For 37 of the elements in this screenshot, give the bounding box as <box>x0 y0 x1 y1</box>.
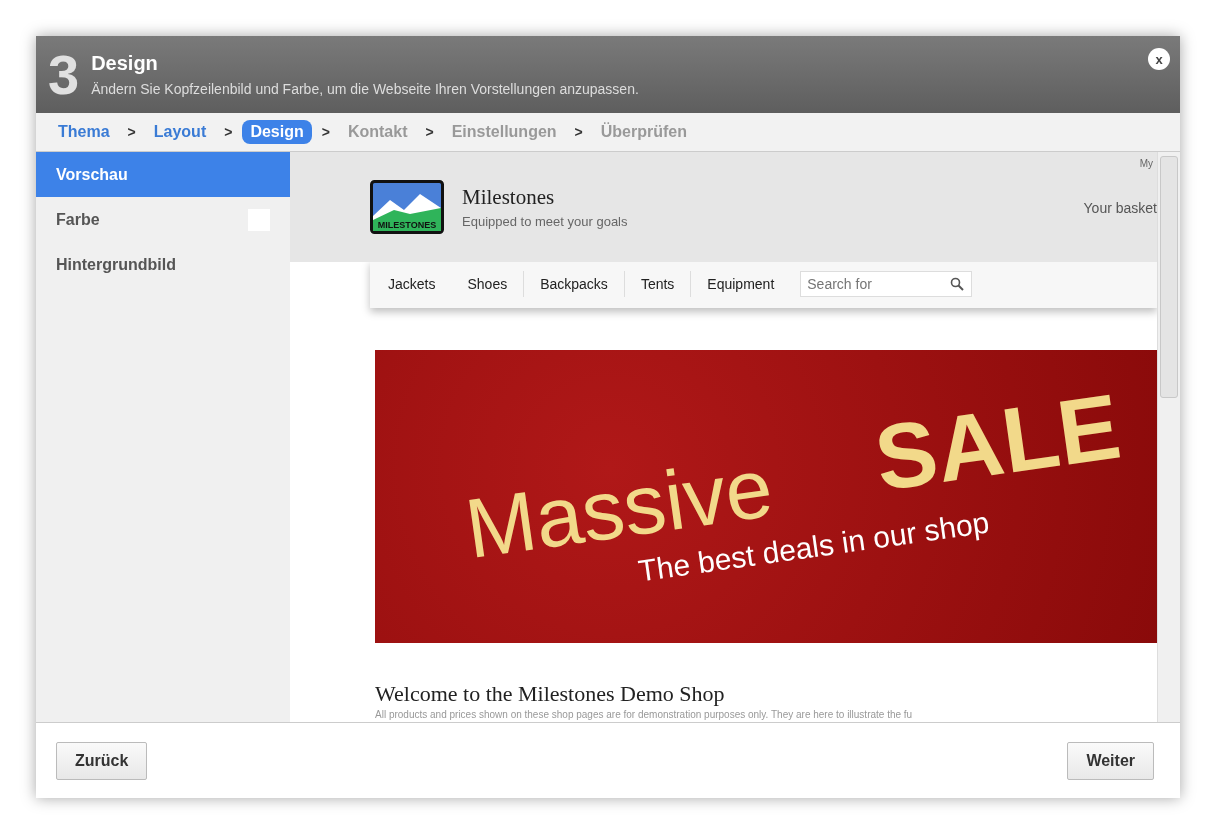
search-field[interactable]: Search for <box>800 271 973 297</box>
step-separator: > <box>127 124 136 140</box>
sidebar-item[interactable]: Farbe <box>36 197 290 242</box>
sidebar-item-label: Farbe <box>56 210 100 229</box>
step-number: 3 <box>48 46 80 103</box>
shop-name: Milestones <box>462 185 556 210</box>
step-tab[interactable]: Design <box>242 120 312 144</box>
sidebar-item-label: Vorschau <box>56 165 128 184</box>
banner-heading: SALE <box>868 373 1127 512</box>
shop-tagline: Equipped to meet your goals <box>462 214 628 229</box>
next-button[interactable]: Weiter <box>1067 741 1154 780</box>
dialog-title: Design <box>91 52 159 75</box>
nav-link[interactable]: Shoes <box>451 271 524 297</box>
scrollbar[interactable] <box>1157 152 1180 722</box>
welcome-text: All products and prices shown on these shop pages are for demonstration purposes only. They are here to illustrate the fu <box>375 709 914 720</box>
step-tab[interactable]: Thema <box>50 120 118 144</box>
welcome-heading: Welcome to the Milestones Demo Shop <box>375 681 726 707</box>
nav-link[interactable]: Equipment <box>690 271 791 297</box>
sidebar-item[interactable]: Vorschau <box>36 152 290 197</box>
step-separator: > <box>574 124 583 140</box>
step-separator: > <box>224 124 233 140</box>
step-separator: > <box>321 124 330 140</box>
step-separator: > <box>425 124 434 140</box>
nav-link[interactable]: Backpacks <box>523 271 624 297</box>
scrollbar-thumb[interactable] <box>1160 156 1178 398</box>
logo-icon: MILESTONES <box>370 180 444 234</box>
nav-link[interactable]: Tents <box>623 271 691 297</box>
basket-link[interactable]: Your basket <box>1083 200 1157 216</box>
close-button[interactable]: x <box>1148 48 1170 70</box>
step-tab[interactable]: Layout <box>145 120 215 144</box>
back-button[interactable]: Zurück <box>56 741 148 780</box>
top-link[interactable]: My <box>1139 158 1153 169</box>
dialog-subtitle: Ändern Sie Kopfzeilenbild und Farbe, um die Webseite Ihren Vorstellungen anzupassen. <box>91 81 639 97</box>
sidebar-item[interactable]: Hintergrundbild <box>36 242 290 287</box>
nav-link[interactable]: Jackets <box>372 271 452 297</box>
sidebar-item-label: Hintergrundbild <box>56 255 176 274</box>
search-icon[interactable] <box>950 277 965 291</box>
